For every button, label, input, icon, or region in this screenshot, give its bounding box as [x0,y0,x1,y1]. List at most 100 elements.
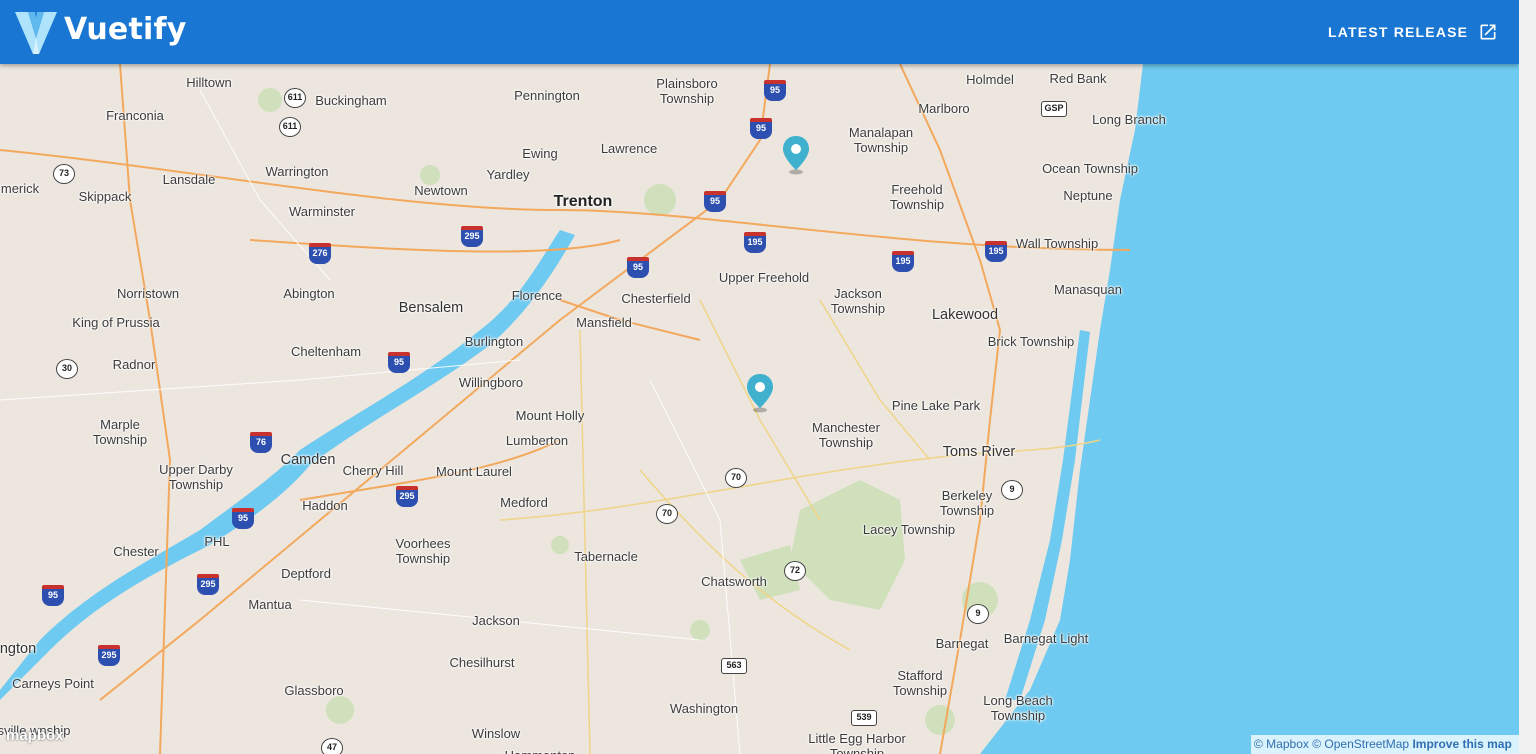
place-label: Long Beach Township [983,693,1053,723]
place-label: Plainsboro Township [656,76,718,106]
place-label: Holmdel [966,72,1014,87]
place-label: Willingboro [458,375,524,390]
route-shield-icon: 76 [250,432,272,453]
place-label: Glassboro [284,683,344,698]
route-shield-icon: 95 [627,257,649,278]
place-label: Lacey Township [862,522,956,537]
route-shield-icon: 295 [197,574,219,595]
place-label: Chatsworth [701,574,767,589]
place-label: Norristown [116,286,180,301]
route-shield-icon: 95 [232,508,254,529]
place-label: Barnegat Light [1003,631,1089,646]
route-shield-icon: 70 [656,504,678,524]
route-shield-icon: 95 [388,352,410,373]
place-label: Lakewood [931,307,999,323]
route-shield-icon: 295 [396,486,418,507]
route-shield-icon: 276 [309,243,331,264]
place-label: Long Branch [1092,112,1166,127]
route-shield-icon: GSP [1041,101,1067,117]
place-label: Radnor [112,357,156,372]
route-shield-icon: 73 [53,164,75,184]
place-label: Little Egg Harbor Township [808,731,906,754]
map-canvas[interactable]: Hilltown Buckingham Franconia Pennington Pla… [0,64,1519,754]
place-label: Upper Darby Township [159,462,233,492]
route-shield-icon: 295 [461,226,483,247]
route-shield-icon: 611 [284,88,306,108]
route-shield-icon: 611 [279,117,301,137]
place-label: Brick Township [987,334,1075,349]
mapbox-logo[interactable]: mapbox [6,727,64,744]
route-shield-icon: 295 [98,645,120,666]
place-label: Carneys Point [12,676,94,691]
place-label: Chesterfield [621,291,691,306]
place-label: Chesilhurst [449,655,515,670]
route-shield-icon: 70 [725,468,747,488]
osm-attribution-link[interactable]: © OpenStreetMap [1312,737,1409,751]
route-shield-icon: 195 [985,241,1007,262]
place-label: Manalapan Township [848,125,914,155]
place-label: Skippack [78,189,132,204]
place-label: Berkeley Township [939,488,995,518]
place-label: Barnegat [935,636,989,651]
place-label: Bensalem [398,300,464,316]
place-label: Marple Township [92,417,148,447]
place-label: Voorhees Township [395,536,451,566]
place-label: Abington [283,286,335,301]
place-label: Jackson [472,613,520,628]
route-shield-icon: 95 [750,118,772,139]
place-label: Tabernacle [574,549,638,564]
place-label: Haddon [302,498,348,513]
app-bar: Vuetify Latest Release [0,0,1519,64]
page-scrollbar[interactable] [1519,0,1536,754]
map-marker-icon[interactable] [745,373,775,413]
place-label: Lansdale [162,172,216,187]
place-label: Yardley [486,167,530,182]
place-label: Florence [511,288,563,303]
place-label: Hilltown [186,75,232,90]
app-title[interactable]: Vuetify [64,12,186,47]
place-label: Deptford [281,566,331,581]
place-label: Buckingham [315,93,387,108]
place-label: Lumberton [505,433,569,448]
place-label: King of Prussia [72,315,160,330]
improve-map-link[interactable]: Improve this map [1412,737,1511,751]
place-label: ngton [0,641,37,657]
place-label: Stafford Township [892,668,948,698]
place-label: Pine Lake Park [891,398,981,413]
route-shield-icon: 195 [892,251,914,272]
latest-release-button[interactable]: Latest Release [1316,16,1510,48]
place-label: Mount Laurel [436,464,512,479]
route-shield-icon: 72 [784,561,806,581]
place-label: Lawrence [600,141,658,156]
place-label: Mount Holly [515,408,585,423]
route-shield-icon: 539 [851,710,877,726]
map-marker-icon[interactable] [781,135,811,175]
place-label: Manasquan [1054,282,1122,297]
route-shield-icon: 9 [1001,480,1023,500]
place-label: Manchester Township [812,420,880,450]
route-shield-icon: 95 [704,191,726,212]
route-shield-icon: 9 [967,604,989,624]
place-label: Ewing [522,146,558,161]
vuetify-logo-icon[interactable] [15,8,57,56]
latest-release-label: Latest Release [1328,24,1469,40]
place-label: Toms River [942,444,1016,460]
place-label: Washington [669,701,739,716]
place-label: Burlington [464,334,524,349]
route-shield-icon: 95 [764,80,786,101]
place-label: Mansfield [576,315,632,330]
place-label: Pennington [514,88,580,103]
place-label: Cherry Hill [342,463,404,478]
place-label: Neptune [1063,188,1113,203]
route-shield-icon: 47 [321,738,343,754]
place-label: Marlboro [918,101,970,116]
route-shield-icon: 95 [42,585,64,606]
place-label: Warrington [265,164,329,179]
place-label: Franconia [106,108,164,123]
place-label: PHL [204,534,230,549]
place-label: Hammonton [505,748,576,754]
route-shield-icon: 30 [56,359,78,379]
place-label: Jackson Township [830,286,886,316]
mapbox-attribution-link[interactable]: © Mapbox [1254,737,1309,751]
map-attribution: © Mapbox © OpenStreetMap Improve this ma… [1251,735,1522,754]
